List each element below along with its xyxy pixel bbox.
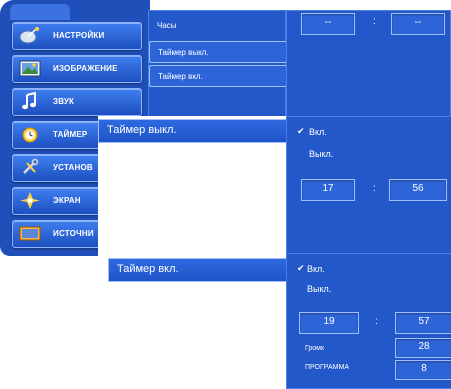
on-timer-colon: : — [375, 316, 378, 327]
source-icon — [19, 224, 41, 243]
menu-item-label: ИЗОБРАЖЕНИЕ — [53, 64, 118, 73]
menu-top-tab — [10, 4, 70, 20]
clock-icon — [19, 125, 41, 144]
menu-item-picture[interactable]: ИЗОБРАЖЕНИЕ — [12, 55, 142, 83]
menu-item-sound[interactable]: ЗВУК — [12, 88, 142, 116]
menu-item-label: ЗВУК — [53, 97, 75, 106]
menu-item-label: ЭКРАН — [53, 196, 81, 205]
picture-icon — [19, 59, 41, 78]
submenu-item-clock[interactable]: Часы — [149, 15, 285, 35]
off-timer-minutes-field[interactable]: 56 — [389, 179, 447, 201]
on-timer-option-on[interactable]: Вкл. — [307, 264, 325, 274]
menu-item-label: ТАЙМЕР — [53, 130, 88, 139]
timer-submenu: Часы Таймер выкл. Таймер вкл. — [148, 10, 287, 118]
music-note-icon — [19, 91, 41, 111]
off-timer-title: Таймер выкл. — [98, 119, 288, 143]
on-timer-option-off[interactable]: Выкл. — [307, 284, 331, 294]
off-timer-hours-field[interactable]: 17 — [301, 179, 355, 201]
off-timer-colon: : — [373, 183, 376, 194]
submenu-item-on-timer[interactable]: Таймер вкл. — [149, 65, 287, 87]
off-timer-option-on[interactable]: Вкл. — [309, 127, 327, 137]
menu-item-label: УСТАНОВ — [53, 163, 93, 172]
clock-panel: -- : -- — [286, 10, 451, 118]
on-timer-hours-field[interactable]: 19 — [299, 312, 359, 334]
menu-item-label: НАСТРОЙКИ — [53, 31, 105, 40]
clock-colon: : — [373, 16, 376, 27]
volume-label: Громк — [305, 345, 325, 352]
menu-item-settings[interactable]: НАСТРОЙКИ — [12, 22, 142, 50]
on-timer-minutes-field[interactable]: 57 — [395, 312, 451, 334]
tools-icon — [19, 158, 41, 177]
volume-field[interactable]: 28 — [395, 338, 451, 358]
program-label: ПРОГРАММА — [305, 364, 349, 371]
program-field[interactable]: 8 — [395, 360, 451, 380]
satellite-dish-icon — [19, 26, 41, 45]
off-timer-option-off[interactable]: Выкл. — [309, 149, 333, 159]
on-timer-title: Таймер вкл. — [108, 258, 288, 282]
off-timer-panel: ✔ Вкл. Выкл. 17 : 56 — [286, 116, 451, 255]
clock-hours-field[interactable]: -- — [301, 13, 355, 35]
checkmark-icon: ✔ — [297, 263, 305, 273]
menu-item-label: ИСТОЧНИ — [53, 229, 94, 238]
on-timer-panel: ✔ Вкл. Выкл. 19 : 57 Громк 28 ПРОГРАММА … — [286, 253, 451, 389]
submenu-item-off-timer[interactable]: Таймер выкл. — [149, 41, 287, 63]
checkmark-icon: ✔ — [297, 126, 305, 136]
screen-icon — [19, 191, 41, 210]
clock-minutes-field[interactable]: -- — [391, 13, 445, 35]
